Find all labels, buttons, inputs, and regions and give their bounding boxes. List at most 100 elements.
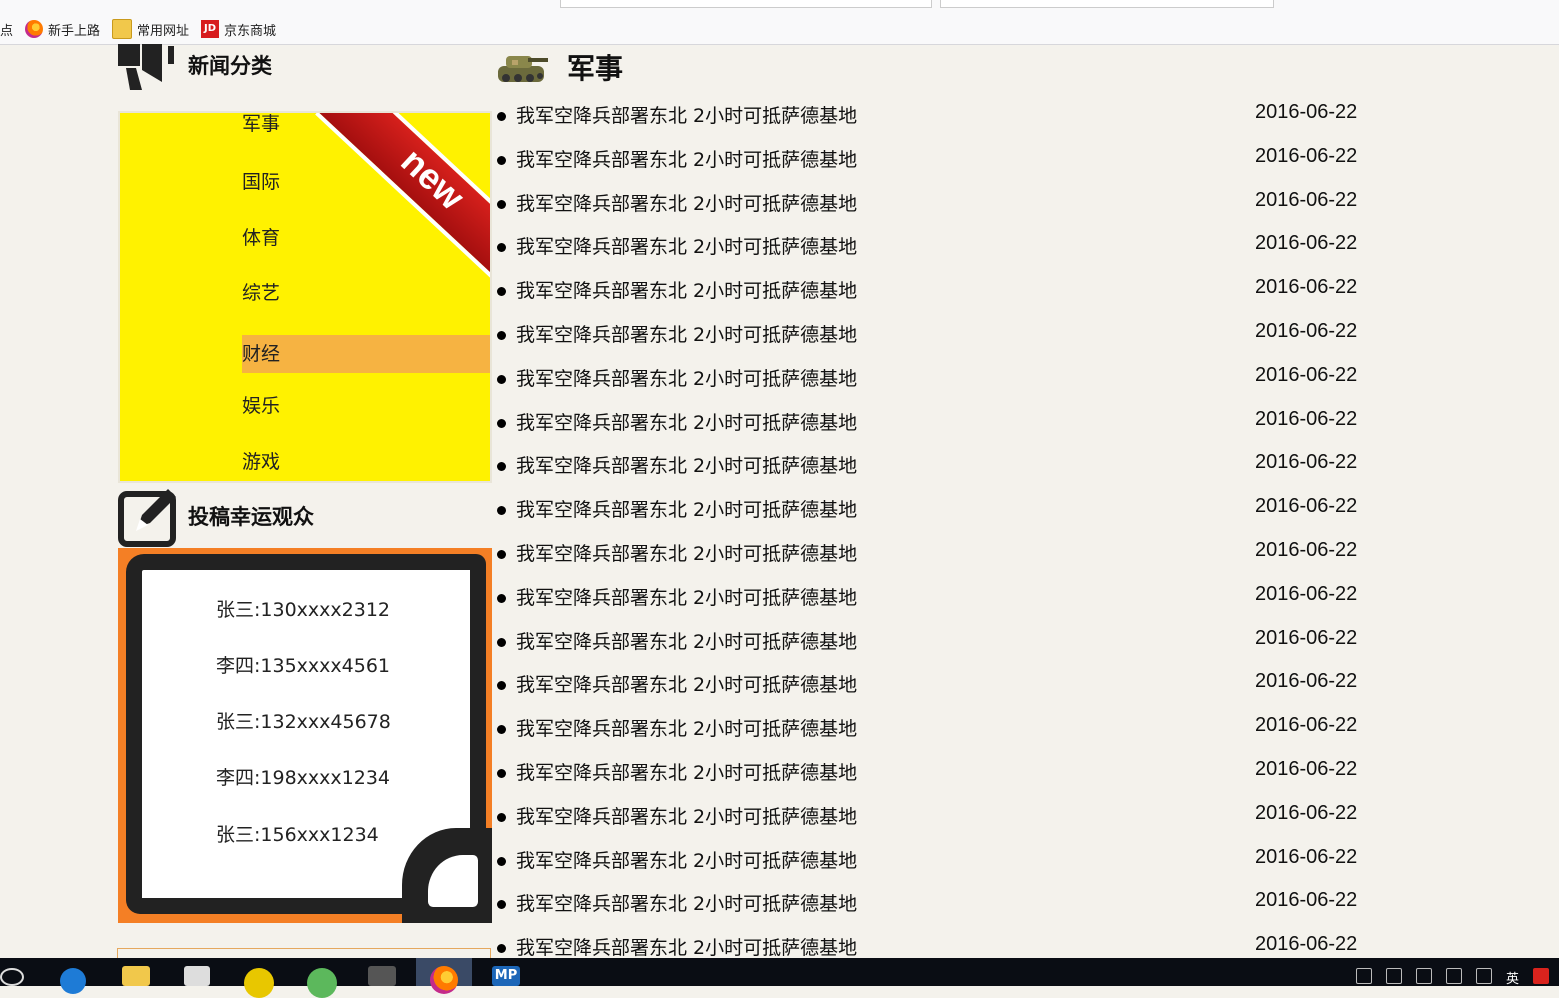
news-item[interactable]: 我军空降兵部署东北 2小时可抵萨德基地 2016-06-22	[497, 758, 1377, 788]
tray-display-icon[interactable]	[1445, 968, 1462, 984]
news-headline-link[interactable]: 我军空降兵部署东北 2小时可抵萨德基地	[516, 101, 857, 128]
category-variety[interactable]: 综艺	[242, 274, 490, 312]
bullet-icon	[497, 287, 506, 296]
news-item[interactable]: 我军空降兵部署东北 2小时可抵萨德基地 2016-06-22	[497, 802, 1377, 832]
megaphone-icon	[118, 44, 174, 90]
news-item[interactable]: 我军空降兵部署东北 2小时可抵萨德基地 2016-06-22	[497, 627, 1377, 657]
news-category-title: 新闻分类	[188, 54, 272, 78]
news-category-header: 新闻分类	[118, 44, 272, 92]
sublime-icon[interactable]	[368, 966, 396, 986]
news-item[interactable]: 我军空降兵部署东北 2小时可抵萨德基地 2016-06-22	[497, 364, 1377, 394]
news-item[interactable]: 我军空降兵部署东北 2小时可抵萨德基地 2016-06-22	[497, 408, 1377, 438]
store-icon[interactable]	[184, 966, 210, 986]
news-headline-link[interactable]: 我军空降兵部署东北 2小时可抵萨德基地	[516, 189, 857, 216]
category-international[interactable]: 国际	[242, 163, 490, 201]
lucky-viewer-item: 李四:198xxxx1234	[216, 767, 390, 789]
bookmark-newbie[interactable]: 新手上路	[25, 20, 100, 39]
news-date: 2016-06-22	[1255, 583, 1358, 605]
tray-up-icon[interactable]	[1355, 968, 1372, 984]
news-date: 2016-06-22	[1255, 846, 1358, 868]
firefox-icon	[25, 20, 44, 38]
edit-icon	[118, 489, 176, 547]
news-headline-link[interactable]: 我军空降兵部署东北 2小时可抵萨德基地	[516, 846, 857, 873]
news-headline-link[interactable]: 我军空降兵部署东北 2小时可抵萨德基地	[516, 670, 857, 697]
news-item[interactable]: 我军空降兵部署东北 2小时可抵萨德基地 2016-06-22	[497, 101, 1377, 131]
news-headline-link[interactable]: 我军空降兵部署东北 2小时可抵萨德基地	[516, 276, 857, 303]
news-headline-link[interactable]: 我军空降兵部署东北 2小时可抵萨德基地	[516, 758, 857, 785]
bullet-icon	[497, 506, 506, 515]
ime-indicator[interactable]: 英	[1506, 968, 1519, 987]
news-headline-link[interactable]: 我军空降兵部署东北 2小时可抵萨德基地	[516, 714, 857, 741]
bookmark-label: 京东商城	[224, 23, 277, 39]
bullet-icon	[497, 156, 506, 165]
lucky-viewers-header: 投稿幸运观众	[118, 485, 314, 547]
military-section-title: 军事	[567, 52, 624, 85]
news-item[interactable]: 我军空降兵部署东北 2小时可抵萨德基地 2016-06-22	[497, 539, 1377, 569]
search-bar[interactable]	[940, 0, 1274, 8]
app-green-icon[interactable]	[307, 968, 337, 998]
news-item[interactable]: 我军空降兵部署东北 2小时可抵萨德基地 2016-06-22	[497, 189, 1377, 219]
news-item[interactable]: 我军空降兵部署东北 2小时可抵萨德基地 2016-06-22	[497, 846, 1377, 876]
news-item[interactable]: 我军空降兵部署东北 2小时可抵萨德基地 2016-06-22	[497, 583, 1377, 613]
news-date: 2016-06-22	[1255, 101, 1358, 123]
bookmark-common-sites[interactable]: 常用网址	[112, 19, 189, 39]
news-headline-link[interactable]: 我军空降兵部署东北 2小时可抵萨德基地	[516, 364, 857, 391]
news-headline-link[interactable]: 我军空降兵部署东北 2小时可抵萨德基地	[516, 232, 857, 259]
bullet-icon	[497, 944, 506, 953]
news-date: 2016-06-22	[1255, 627, 1358, 649]
news-headline-link[interactable]: 我军空降兵部署东北 2小时可抵萨德基地	[516, 451, 857, 478]
bookmark-cut-text[interactable]: 点	[0, 20, 13, 39]
volume-icon[interactable]	[1475, 968, 1492, 984]
news-item[interactable]: 我军空降兵部署东北 2小时可抵萨德基地 2016-06-22	[497, 145, 1377, 175]
news-headline-link[interactable]: 我军空降兵部署东北 2小时可抵萨德基地	[516, 933, 857, 960]
news-item[interactable]: 我军空降兵部署东北 2小时可抵萨德基地 2016-06-22	[497, 232, 1377, 262]
file-explorer-icon[interactable]	[122, 966, 150, 986]
bullet-icon	[497, 681, 506, 690]
mp-icon[interactable]: MP	[492, 966, 520, 986]
news-headline-link[interactable]: 我军空降兵部署东北 2小时可抵萨德基地	[516, 802, 857, 829]
news-headline-link[interactable]: 我军空降兵部署东北 2小时可抵萨德基地	[516, 627, 857, 654]
category-sports[interactable]: 体育	[242, 219, 490, 257]
news-headline-link[interactable]: 我军空降兵部署东北 2小时可抵萨德基地	[516, 408, 857, 435]
start-icon[interactable]	[0, 968, 24, 986]
system-tray: 英	[1355, 968, 1549, 987]
category-entertainment[interactable]: 娱乐	[242, 387, 490, 425]
bullet-icon	[497, 243, 506, 252]
news-date: 2016-06-22	[1255, 232, 1358, 254]
app-yellow-icon[interactable]	[244, 968, 274, 998]
category-games[interactable]: 游戏	[242, 443, 490, 481]
news-item[interactable]: 我军空降兵部署东北 2小时可抵萨德基地 2016-06-22	[497, 320, 1377, 350]
firefox-taskbar-button[interactable]	[416, 958, 472, 994]
lucky-viewer-item: 李四:135xxxx4561	[216, 655, 390, 677]
bullet-icon	[497, 331, 506, 340]
bookmark-jd[interactable]: JD 京东商城	[201, 20, 276, 39]
category-military[interactable]: 军事	[242, 113, 490, 143]
news-item[interactable]: 我军空降兵部署东北 2小时可抵萨德基地 2016-06-22	[497, 889, 1377, 919]
bookmark-label: 常用网址	[137, 23, 190, 39]
category-finance[interactable]: 财经	[242, 335, 490, 373]
url-bar[interactable]	[560, 0, 932, 8]
tray-network-icon[interactable]	[1415, 968, 1432, 984]
news-item[interactable]: 我军空降兵部署东北 2小时可抵萨德基地 2016-06-22	[497, 276, 1377, 306]
news-item[interactable]: 我军空降兵部署东北 2小时可抵萨德基地 2016-06-22	[497, 451, 1377, 481]
news-headline-link[interactable]: 我军空降兵部署东北 2小时可抵萨德基地	[516, 145, 857, 172]
news-headline-link[interactable]: 我军空降兵部署东北 2小时可抵萨德基地	[516, 889, 857, 916]
bullet-icon	[497, 725, 506, 734]
news-headline-link[interactable]: 我军空降兵部署东北 2小时可抵萨德基地	[516, 495, 857, 522]
news-item[interactable]: 我军空降兵部署东北 2小时可抵萨德基地 2016-06-22	[497, 495, 1377, 525]
tray-app-icon[interactable]	[1385, 968, 1402, 984]
bullet-icon	[497, 594, 506, 603]
military-section-header: 军事	[494, 44, 623, 90]
news-headline-link[interactable]: 我军空降兵部署东北 2小时可抵萨德基地	[516, 320, 857, 347]
jd-icon: JD	[201, 20, 220, 38]
news-date: 2016-06-22	[1255, 670, 1358, 692]
news-headline-link[interactable]: 我军空降兵部署东北 2小时可抵萨德基地	[516, 583, 857, 610]
news-date: 2016-06-22	[1255, 408, 1358, 430]
news-headline-link[interactable]: 我军空降兵部署东北 2小时可抵萨德基地	[516, 539, 857, 566]
app-red-icon[interactable]	[1533, 968, 1549, 984]
news-item[interactable]: 我军空降兵部署东北 2小时可抵萨德基地 2016-06-22	[497, 670, 1377, 700]
edge-icon[interactable]	[60, 968, 86, 994]
news-item[interactable]: 我军空降兵部署东北 2小时可抵萨德基地 2016-06-22	[497, 714, 1377, 744]
news-date: 2016-06-22	[1255, 364, 1358, 386]
windows-taskbar: MP 英	[0, 958, 1559, 998]
